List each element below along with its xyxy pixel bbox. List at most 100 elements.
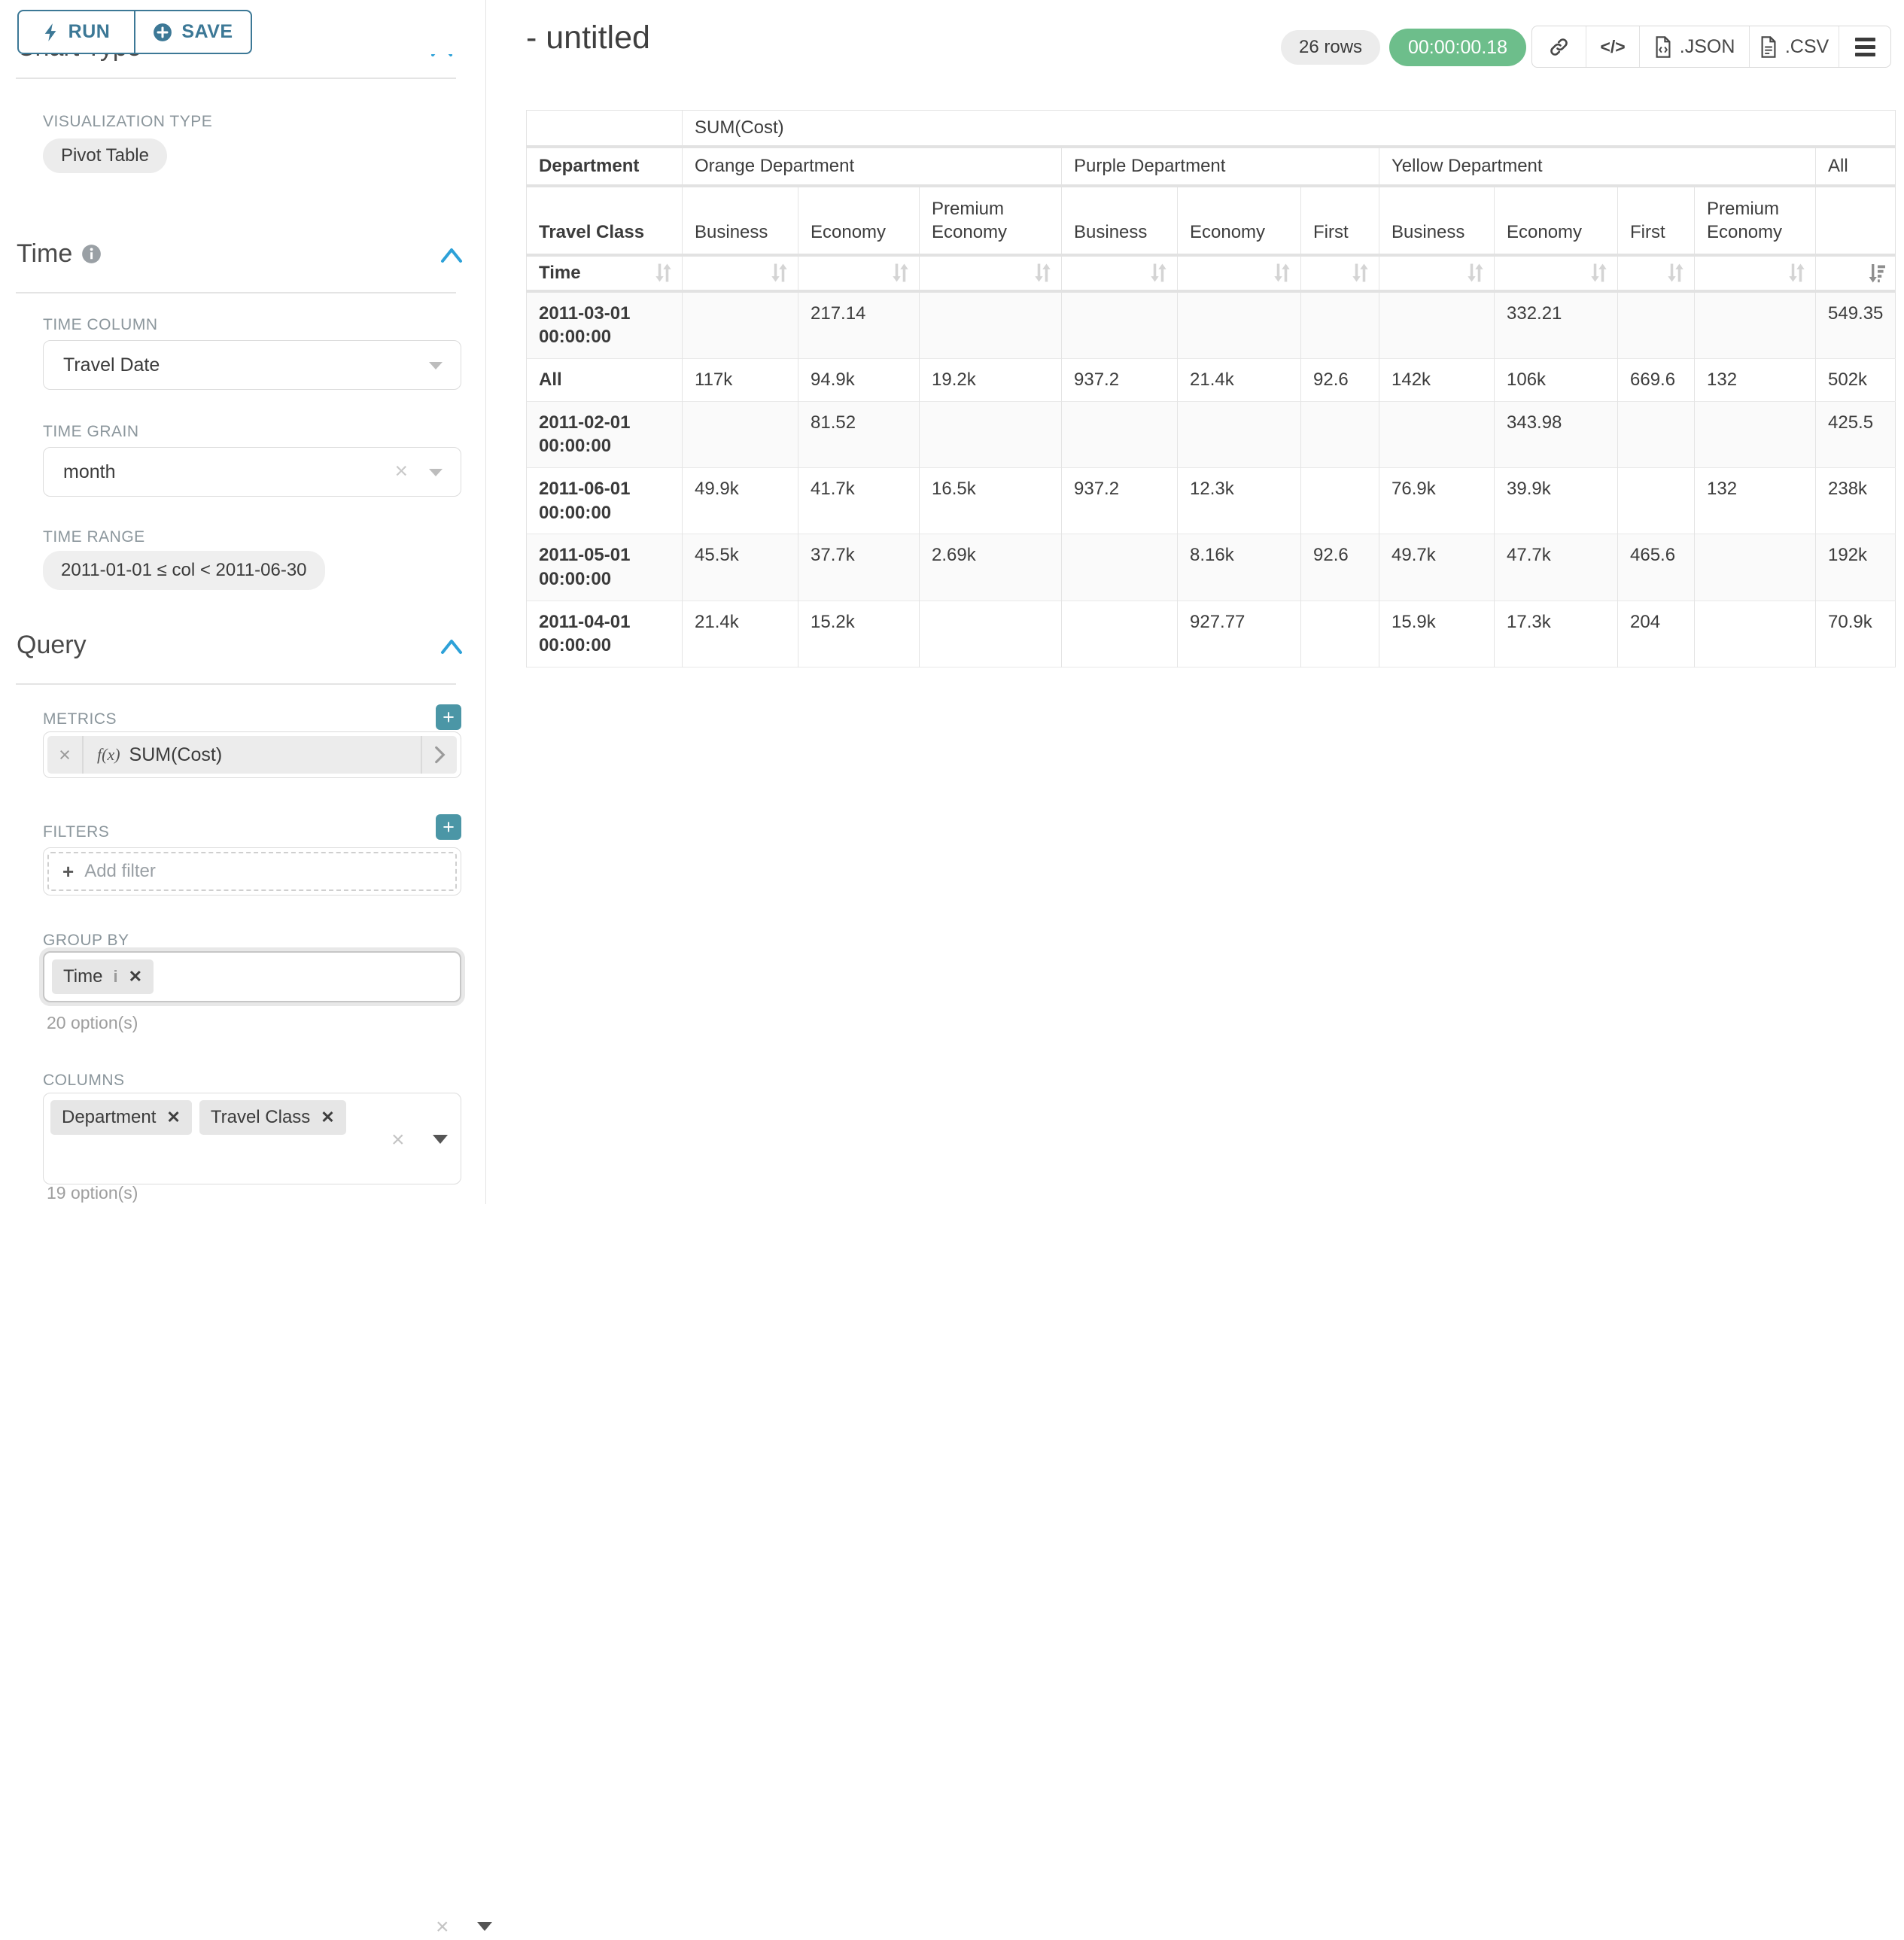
share-link-button[interactable] <box>1532 26 1586 67</box>
column-sort-header[interactable] <box>1495 255 1618 291</box>
visualization-type-label: VISUALIZATION TYPE <box>43 113 212 131</box>
column-sort-header[interactable] <box>683 255 798 291</box>
query-section-title: Query <box>17 631 87 660</box>
table-cell: 17.3k <box>1495 601 1618 667</box>
table-cell: 47.7k <box>1495 534 1618 601</box>
csv-button-label: .CSV <box>1785 36 1829 58</box>
chevron-up-icon[interactable] <box>440 247 463 263</box>
save-button[interactable]: SAVE <box>134 10 252 54</box>
metric-pill[interactable]: ×f(x)SUM(Cost) <box>47 736 457 774</box>
add-filter-button[interactable]: + Add filter <box>47 852 457 891</box>
row-label: All <box>527 358 683 401</box>
tag-label: Travel Class <box>211 1107 310 1128</box>
column-sort-header[interactable] <box>1379 255 1495 291</box>
column-sort-header[interactable] <box>1062 255 1178 291</box>
table-cell: 39.9k <box>1495 467 1618 534</box>
table-cell: 142k <box>1379 358 1495 401</box>
pivot-table-container: SUM(Cost)DepartmentOrange DepartmentPurp… <box>526 110 1896 667</box>
run-button[interactable]: RUN <box>17 10 135 54</box>
table-row: 2011-03-01 00:00:00217.14332.21549.35 <box>527 291 1896 359</box>
export-json-button[interactable]: .JSON <box>1640 26 1749 67</box>
clear-icon[interactable]: × <box>436 1914 449 1940</box>
run-save-toolbar: RUN SAVE <box>0 0 485 54</box>
column-sort-header[interactable] <box>1178 255 1301 291</box>
sort-icon <box>1273 263 1291 283</box>
column-sort-header[interactable] <box>1695 255 1816 291</box>
column-sort-header[interactable] <box>1618 255 1695 291</box>
table-cell <box>1618 467 1695 534</box>
department-header-row: DepartmentOrange DepartmentPurple Depart… <box>527 147 1896 186</box>
table-cell: 343.98 <box>1495 401 1618 467</box>
column-sort-header[interactable] <box>1816 255 1896 291</box>
travel-class-header: Business <box>683 186 798 255</box>
time-sort-header[interactable]: Time <box>527 255 683 291</box>
remove-metric-icon[interactable]: × <box>47 736 84 774</box>
table-cell <box>1301 291 1379 359</box>
remove-tag-icon[interactable]: ✕ <box>166 1108 180 1127</box>
column-sort-header[interactable] <box>1301 255 1379 291</box>
chevron-up-icon[interactable] <box>440 638 463 655</box>
table-cell <box>1695 534 1816 601</box>
table-cell: 21.4k <box>1178 358 1301 401</box>
chart-panel: - untitled 26 rows 00:00:00.18 </> .JSON <box>487 0 1904 1204</box>
sort-icon <box>1787 263 1806 283</box>
time-dim-label: Time <box>539 263 581 284</box>
remove-tag-icon[interactable]: ✕ <box>321 1108 334 1127</box>
plus-circle-icon <box>153 23 172 42</box>
info-icon[interactable] <box>81 244 102 264</box>
code-icon: </> <box>1600 37 1625 57</box>
link-icon <box>1549 37 1569 57</box>
json-button-label: .JSON <box>1680 36 1735 58</box>
lightning-icon <box>43 23 59 42</box>
group-by-select[interactable]: Timei✕ × <box>43 951 461 1002</box>
sort-icon <box>1033 263 1052 283</box>
dimension-tag[interactable]: Department ✕ <box>50 1100 192 1135</box>
metric-body: f(x)SUM(Cost) <box>84 736 421 774</box>
metric-expand-button[interactable] <box>421 736 457 774</box>
group-by-hint: 20 option(s) <box>47 1013 138 1033</box>
table-cell: 92.6 <box>1301 534 1379 601</box>
group-by-tags: Timei✕ <box>52 959 154 994</box>
chart-title[interactable]: - untitled <box>526 20 650 56</box>
table-cell: 117k <box>683 358 798 401</box>
column-sort-header[interactable] <box>798 255 920 291</box>
table-cell: 937.2 <box>1062 467 1178 534</box>
table-cell: 81.52 <box>798 401 920 467</box>
dimension-tag[interactable]: Timei✕ <box>52 959 154 994</box>
view-query-button[interactable]: </> <box>1586 26 1641 67</box>
time-range-pill[interactable]: 2011-01-01 ≤ col < 2011-06-30 <box>43 551 325 590</box>
travel-class-header: Premium Economy <box>920 186 1062 255</box>
table-cell: 669.6 <box>1618 358 1695 401</box>
table-cell: 217.14 <box>798 291 920 359</box>
time-grain-select[interactable]: month × <box>43 447 461 497</box>
travel-class-header: First <box>1301 186 1379 255</box>
caret-down-icon <box>433 1135 448 1144</box>
visualization-type-pill[interactable]: Pivot Table <box>43 138 167 173</box>
sort-icon <box>1351 263 1370 283</box>
table-cell: 49.7k <box>1379 534 1495 601</box>
table-cell: 132 <box>1695 358 1816 401</box>
table-cell: 21.4k <box>683 601 798 667</box>
run-button-label: RUN <box>68 21 111 43</box>
travel-class-header: First <box>1618 186 1695 255</box>
tag-label: Department <box>62 1107 156 1128</box>
save-button-label: SAVE <box>181 21 233 43</box>
metric-name: SUM(Cost) <box>129 744 223 766</box>
dimension-tag[interactable]: Travel Class ✕ <box>199 1100 346 1135</box>
add-metric-button[interactable]: + <box>436 704 461 730</box>
add-filter-plus-button[interactable]: + <box>436 814 461 840</box>
table-cell <box>683 291 798 359</box>
more-options-button[interactable] <box>1839 26 1890 67</box>
clear-icon[interactable]: × <box>391 1127 405 1153</box>
column-sort-header[interactable] <box>920 255 1062 291</box>
pivot-table: SUM(Cost)DepartmentOrange DepartmentPurp… <box>526 110 1896 667</box>
clear-icon[interactable]: × <box>394 458 408 484</box>
travel-class-header <box>1816 186 1896 255</box>
travel-class-header: Economy <box>798 186 920 255</box>
export-csv-button[interactable]: .CSV <box>1750 26 1840 67</box>
sort-icon <box>891 263 910 283</box>
remove-tag-icon[interactable]: ✕ <box>129 967 142 987</box>
time-column-select[interactable]: Travel Date <box>43 340 461 390</box>
metrics-list: ×f(x)SUM(Cost) <box>43 731 461 778</box>
table-row: All117k94.9k19.2k937.221.4k92.6142k106k6… <box>527 358 1896 401</box>
